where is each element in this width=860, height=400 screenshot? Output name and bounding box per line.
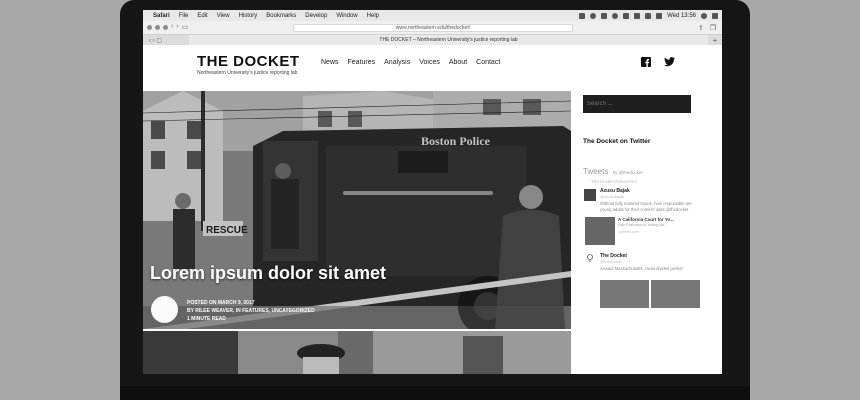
new-tab-icon[interactable]: + [708, 36, 722, 45]
dropbox-icon[interactable] [579, 12, 586, 19]
author-avatar[interactable] [151, 296, 178, 323]
nav-news[interactable]: News [321, 59, 339, 66]
battery-icon[interactable] [656, 12, 663, 19]
time-machine-icon[interactable] [612, 12, 619, 19]
site-tagline: Northeastern University's justice report… [197, 70, 298, 76]
close-window-button[interactable] [147, 25, 152, 30]
sync-icon[interactable] [590, 12, 597, 19]
menu-develop[interactable]: Develop [305, 13, 327, 19]
secondary-photo [143, 331, 571, 374]
tweets-by-handle[interactable]: by @thedocket [613, 170, 643, 175]
card-thumbnail [585, 217, 615, 245]
bluetooth-icon[interactable] [623, 12, 630, 19]
twitter-widget-heading: The Docket on Twitter [583, 138, 651, 145]
menu-window[interactable]: Window [336, 13, 357, 19]
site-nav: News Features Analysis Voices About Cont… [321, 59, 500, 66]
tab-the-docket[interactable]: THE DOCKET – Northeastern University's j… [189, 34, 708, 46]
share-icon[interactable]: ⇪ [698, 24, 704, 32]
menubar-clock[interactable]: Wed 13:56 [667, 13, 696, 19]
pin-icon [587, 254, 593, 262]
card-description: San Francisco's Young Ad... [618, 222, 668, 227]
menu-view[interactable]: View [217, 13, 230, 19]
hero-post-meta: POSTED ON MARCH 9, 2017 BY RILEE WEAVER,… [187, 299, 315, 323]
post-date: POSTED ON MARCH 9, 2017 [187, 300, 255, 306]
sidebar-toggle-icon[interactable]: ▭ [182, 23, 189, 31]
tweet-avatar[interactable] [584, 189, 596, 201]
search-input[interactable] [583, 95, 691, 113]
back-icon[interactable]: ‹ [171, 23, 173, 31]
shield-icon[interactable] [601, 12, 608, 19]
menu-bookmarks[interactable]: Bookmarks [266, 13, 296, 19]
tweet-photo[interactable] [651, 280, 700, 308]
retweeted-label: The Docket Retweeted [591, 179, 637, 184]
site-header: THE DOCKET Northeastern University's jus… [143, 45, 722, 91]
window-controls [147, 25, 168, 30]
tweet-photos[interactable] [600, 280, 722, 308]
menu-file[interactable]: File [179, 13, 189, 19]
nav-about[interactable]: About [449, 59, 467, 66]
tab-strip: ‹ › ▢ THE DOCKET – Northeastern Universi… [143, 34, 722, 46]
social-links [641, 57, 675, 67]
address-bar[interactable]: www.northeastern.edu/thedocket/ [293, 24, 573, 32]
twitter-icon[interactable] [664, 57, 675, 67]
tweets-header: Tweets by @thedocket [583, 167, 722, 176]
nav-contact[interactable]: Contact [476, 59, 500, 66]
facebook-icon[interactable] [641, 57, 651, 67]
laptop-screen: Safari File Edit View History Bookmarks … [143, 10, 722, 374]
tweet-link-card[interactable]: A California Court for Yo... San Francis… [585, 217, 722, 245]
tweet-text: Around Massachusetts, racial divides per… [600, 266, 683, 271]
nav-voices[interactable]: Voices [419, 59, 440, 66]
tweet-text: Without fully matured brains, how respon… [600, 201, 692, 212]
hero-post-title[interactable]: Lorem ipsum dolor sit amet [150, 263, 386, 284]
secondary-post-image[interactable] [143, 331, 571, 374]
menu-help[interactable]: Help [367, 13, 379, 19]
site-logo[interactable]: THE DOCKET [197, 53, 300, 70]
forward-icon[interactable]: › [176, 23, 178, 31]
post-read-time: 1 MINUTE READ [187, 316, 226, 322]
tweet-item[interactable]: The Docket @thedocket Around Massachuset… [583, 253, 722, 308]
laptop-chin [120, 386, 750, 400]
tweet-handle[interactable]: @azusubajak [600, 194, 722, 199]
tweet-item[interactable]: Azusu Bajak @azusubajak Without fully ma… [583, 188, 722, 213]
wifi-icon[interactable] [634, 12, 641, 19]
zoom-window-button[interactable] [163, 25, 168, 30]
volume-icon[interactable] [645, 12, 652, 19]
menu-history[interactable]: History [239, 13, 258, 19]
card-site: nytimes.com [618, 230, 640, 234]
sidebar: The Docket on Twitter Tweets by @thedock… [583, 92, 722, 374]
tweet-handle[interactable]: @thedocket [600, 259, 722, 264]
tabs-overview-icon[interactable]: ❐ [710, 24, 716, 32]
hero-featured-post[interactable]: Boston Police RESCUE Lorem ipsum dolor s… [143, 91, 571, 329]
notification-center-icon[interactable] [712, 12, 718, 19]
hero-photo: Boston Police RESCUE [143, 91, 571, 329]
tweet-photo[interactable] [600, 280, 649, 308]
post-byline[interactable]: BY RILEE WEAVER, IN FEATURES, UNCATEGORI… [187, 307, 315, 315]
tweets-label: Tweets [583, 167, 609, 176]
nav-features[interactable]: Features [348, 59, 376, 66]
menu-edit[interactable]: Edit [197, 13, 207, 19]
nav-analysis[interactable]: Analysis [384, 59, 410, 66]
minimize-window-button[interactable] [155, 25, 160, 30]
spotlight-icon[interactable] [701, 12, 707, 19]
tab-sidebar-icons[interactable]: ‹ › ▢ [143, 37, 189, 44]
mac-menubar: Safari File Edit View History Bookmarks … [143, 10, 722, 21]
browser-toolbar: ‹ › ▭ www.northeastern.edu/thedocket/ ⇪ … [143, 21, 722, 46]
menu-app-name[interactable]: Safari [153, 13, 170, 19]
